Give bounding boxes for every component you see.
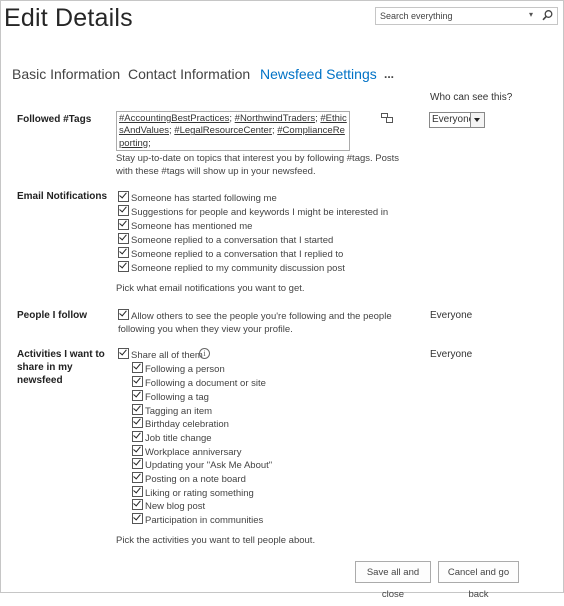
checkbox-checked[interactable]	[132, 458, 143, 469]
more-tabs-button[interactable]: ...	[384, 67, 394, 81]
tag-link[interactable]: #NorthwindTraders	[235, 113, 315, 124]
checkbox-checked[interactable]	[132, 404, 143, 415]
activities-description: Pick the activities you want to tell peo…	[116, 535, 316, 546]
search-box[interactable]: ▾	[375, 7, 558, 25]
followed-tags-input[interactable]: #AccountingBestPractices; #NorthwindTrad…	[116, 111, 350, 151]
page-title: Edit Details	[4, 4, 133, 32]
activity-option[interactable]: New blog post	[132, 499, 205, 512]
checkbox-checked[interactable]	[132, 376, 143, 387]
email-notifications-label: Email Notifications	[17, 191, 108, 202]
search-input[interactable]	[376, 8, 530, 24]
checkbox-checked[interactable]	[132, 472, 143, 483]
activity-option[interactable]: Participation in communities	[132, 513, 263, 526]
checkbox-checked[interactable]	[132, 486, 143, 497]
checkbox-checked[interactable]	[118, 205, 129, 216]
activity-option[interactable]: Birthday celebration	[132, 417, 229, 430]
address-book-icon[interactable]	[381, 113, 393, 123]
activity-option[interactable]: Following a person	[132, 362, 225, 375]
checkbox-checked[interactable]	[118, 233, 129, 244]
chevron-down-icon[interactable]: ▾	[529, 10, 533, 19]
page-frame	[0, 0, 564, 593]
chevron-down-icon[interactable]	[470, 113, 484, 127]
activity-option[interactable]: Following a document or site	[132, 376, 266, 389]
search-icon[interactable]	[541, 9, 554, 22]
checkbox-checked[interactable]	[118, 219, 129, 230]
people-i-follow-label: People I follow	[17, 310, 88, 321]
tags-visibility-select[interactable]: Everyone	[429, 112, 485, 128]
checkbox-checked[interactable]	[132, 362, 143, 373]
activities-label: Activities I want to share in my newsfee…	[17, 349, 105, 386]
save-all-and-close-button[interactable]: Save all and close	[355, 561, 431, 600]
email-notification-option[interactable]: Someone replied to a conversation that I…	[118, 233, 333, 246]
activity-option[interactable]: Following a tag	[132, 390, 209, 403]
tag-link[interactable]: #AccountingBestPractices	[119, 113, 229, 124]
activity-option[interactable]: Job title change	[132, 431, 212, 444]
info-icon[interactable]: i	[199, 348, 210, 359]
checkbox-checked[interactable]	[118, 348, 129, 359]
checkbox-checked[interactable]	[132, 417, 143, 428]
email-notification-option[interactable]: Someone has mentioned me	[118, 219, 252, 232]
email-notification-option[interactable]: Someone has started following me	[118, 191, 277, 204]
checkbox-checked[interactable]	[132, 499, 143, 510]
activities-visibility: Everyone	[430, 349, 473, 360]
checkbox-checked[interactable]	[118, 261, 129, 272]
tab-contact-information[interactable]: Contact Information	[128, 66, 250, 82]
cancel-and-go-back-button[interactable]: Cancel and go back	[438, 561, 519, 600]
followed-tags-label: Followed #Tags	[17, 114, 92, 125]
activity-option[interactable]: Liking or rating something	[132, 486, 254, 499]
activity-option[interactable]: Tagging an item	[132, 404, 212, 417]
email-notification-option[interactable]: Someone replied to my community discussi…	[118, 261, 345, 274]
email-notification-option[interactable]: Suggestions for people and keywords I mi…	[118, 205, 388, 218]
people-follow-visibility: Everyone	[430, 310, 473, 321]
activity-option[interactable]: Workplace anniversary	[132, 445, 241, 458]
checkbox-checked[interactable]	[132, 513, 143, 524]
share-all-option[interactable]: Share all of them	[118, 348, 203, 361]
checkbox-checked[interactable]	[132, 431, 143, 442]
tab-basic-information[interactable]: Basic Information	[12, 66, 120, 82]
checkbox-checked[interactable]	[118, 309, 129, 320]
checkbox-checked[interactable]	[118, 247, 129, 258]
activity-option[interactable]: Posting on a note board	[132, 472, 246, 485]
visibility-header: Who can see this?	[430, 92, 513, 103]
email-notifications-description: Pick what email notifications you want t…	[116, 283, 305, 294]
checkbox-checked[interactable]	[132, 390, 143, 401]
followed-tags-description: Stay up-to-date on topics that interest …	[116, 153, 400, 177]
tag-link[interactable]: #LegalResourceCenter	[174, 125, 272, 136]
checkbox-checked[interactable]	[132, 445, 143, 456]
email-notification-option[interactable]: Someone replied to a conversation that I…	[118, 247, 343, 260]
activity-option[interactable]: Updating your "Ask Me About"	[132, 458, 272, 471]
people-i-follow-option[interactable]: Allow others to see the people you're fo…	[118, 309, 413, 336]
checkbox-checked[interactable]	[118, 191, 129, 202]
tab-newsfeed-settings[interactable]: Newsfeed Settings	[260, 66, 377, 82]
